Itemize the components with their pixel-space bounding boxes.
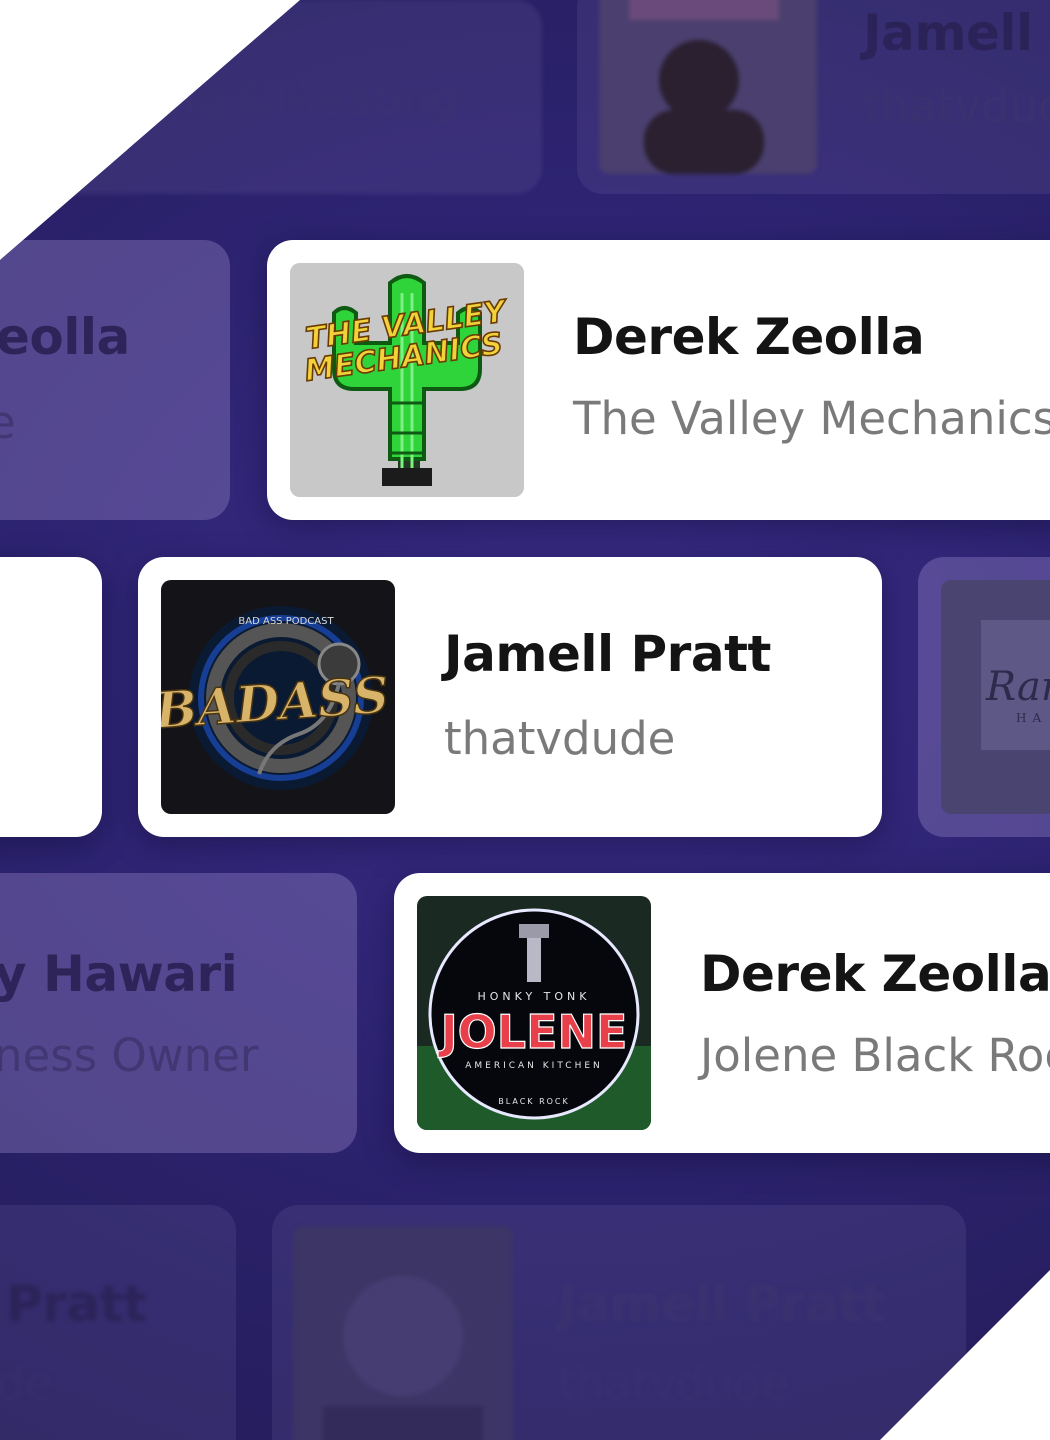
jolene-logo-text: JOLENE — [438, 1005, 628, 1059]
card-row1-left[interactable]: eolla e — [0, 240, 230, 520]
card-row4-name: Jamell Pratt — [558, 1275, 885, 1333]
jolene-logo-top: HONKY TONK — [477, 990, 590, 1003]
badass-podcast-logo: BAD ASS PODCAST BADASS — [161, 580, 395, 814]
ranch-logo-text: Ran — [985, 664, 1050, 710]
card-jamell-pratt[interactable]: BAD ASS PODCAST BADASS Jamell Pratt that… — [138, 557, 882, 837]
jolene-logo: HONKY TONK JOLENE AMERICAN KITCHEN BLACK… — [417, 896, 651, 1130]
card-top-left-title: ng & Heating — [168, 74, 459, 125]
card-row4-subtitle: thatvdude — [558, 1357, 790, 1410]
card-derek-zeolla-jolene[interactable]: HONKY TONK JOLENE AMERICAN KITCHEN BLACK… — [394, 873, 1050, 1153]
card-row1-left-name: eolla — [0, 308, 130, 366]
card-row3-subtitle: Jolene Black Roc — [700, 1029, 1050, 1082]
card-row1-left-subtitle: e — [0, 396, 16, 449]
card-top-right[interactable]: Jamell thatvdud — [577, 0, 1050, 194]
card-top-right-photo — [599, 0, 817, 174]
card-row2-left[interactable] — [0, 557, 102, 837]
card-row3-left-subtitle: ness Owner — [0, 1029, 259, 1082]
card-row1-subtitle: The Valley Mechanics — [573, 392, 1050, 445]
card-row3-left-name: y Hawari — [0, 945, 238, 1003]
card-row2-right[interactable]: Ran HA — [918, 557, 1050, 837]
card-top-right-subtitle: thatvdud — [863, 80, 1050, 133]
card-row4-left-name: Pratt — [6, 1275, 147, 1333]
card-row3-left[interactable]: y Hawari ness Owner — [0, 873, 357, 1153]
jolene-logo-sub: AMERICAN KITCHEN — [465, 1061, 603, 1071]
card-row1-name: Derek Zeolla — [573, 308, 925, 366]
card-row4-left-subtitle: de — [0, 1357, 53, 1410]
card-row4-photo — [293, 1226, 513, 1440]
card-top-left[interactable]: ng & Heating — [0, 0, 542, 194]
card-row3-name: Derek Zeolla — [700, 945, 1050, 1003]
card-row4-main[interactable]: Jamell Pratt thatvdude — [272, 1205, 966, 1440]
valley-mechanics-logo: THE VALLEY MECHANICS — [290, 263, 524, 497]
card-row2-name: Jamell Pratt — [444, 625, 771, 683]
badass-logo-ring-text: BAD ASS PODCAST — [238, 616, 334, 627]
contact-cards-showcase: ng & Heating Jamell thatvdud eolla e THE… — [0, 0, 1050, 1440]
jolene-logo-bottom: BLACK ROCK — [498, 1097, 570, 1106]
card-row4-left[interactable]: Pratt de — [0, 1205, 236, 1440]
ranch-logo-sub: HA — [1016, 711, 1047, 725]
card-derek-zeolla-valley[interactable]: THE VALLEY MECHANICS Derek Zeolla The Va… — [267, 240, 1050, 520]
card-row2-subtitle: thatvdude — [444, 712, 676, 765]
card-top-right-name: Jamell — [863, 4, 1033, 62]
ranch-logo: Ran HA — [941, 580, 1050, 814]
